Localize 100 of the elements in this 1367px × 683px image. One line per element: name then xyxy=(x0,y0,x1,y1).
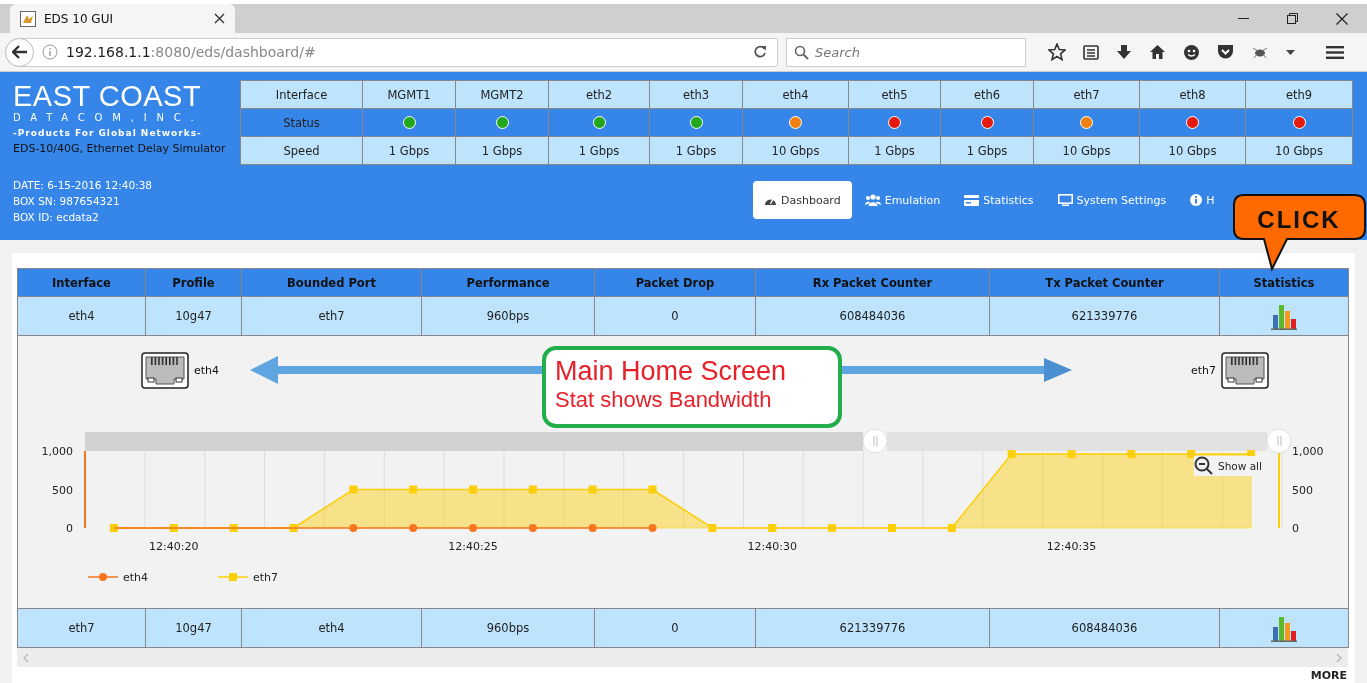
browser-tab[interactable]: EDS 10 GUI xyxy=(10,4,235,33)
port-name: eth4 xyxy=(743,81,849,109)
legend-label: eth4 xyxy=(123,571,149,584)
close-icon[interactable] xyxy=(214,13,225,24)
y-tick-label: 1,000 xyxy=(41,445,73,458)
box-info: BOX ID: ecdata2 xyxy=(13,210,100,225)
extension-icon[interactable] xyxy=(1251,45,1269,59)
users-icon xyxy=(864,194,881,206)
data-point xyxy=(469,524,477,532)
data-point xyxy=(1067,450,1076,459)
annotation-text: Main Home Screen xyxy=(555,356,788,386)
minimize-icon[interactable] xyxy=(1238,17,1249,20)
data-point xyxy=(1187,450,1196,459)
x-tick-label: 12:40:25 xyxy=(448,540,498,553)
monitor-icon xyxy=(1057,194,1073,206)
data-point xyxy=(349,524,358,532)
search-icon xyxy=(794,44,809,60)
y-tick-label: 1,000 xyxy=(1292,445,1324,458)
port-name: MGMT1 xyxy=(363,81,456,109)
show-all-button[interactable]: Show all xyxy=(1194,456,1262,476)
port-speed: 10 Gbps xyxy=(1140,137,1246,165)
range-handle[interactable] xyxy=(862,428,888,454)
column-header: Tx Packet Counter xyxy=(990,269,1220,297)
data-point xyxy=(409,485,418,494)
nav-tab[interactable]: System Settings xyxy=(1046,181,1178,219)
port-speed: 1 Gbps xyxy=(941,137,1034,165)
statistics-button[interactable] xyxy=(1270,614,1298,642)
data-point xyxy=(887,524,896,532)
tagline: -Products For Global Networks- xyxy=(13,128,203,138)
port-name: eth8 xyxy=(1140,81,1246,109)
search-field[interactable]: Search xyxy=(786,37,1026,67)
legend-label: eth7 xyxy=(253,571,279,584)
bar-chart-icon xyxy=(1270,302,1298,330)
annotation-text: Stat shows Bandwidth xyxy=(555,386,773,414)
more-link[interactable]: MORE xyxy=(1310,669,1347,682)
nav-tab[interactable]: Emulation xyxy=(853,181,952,219)
legend-marker-icon xyxy=(217,573,249,581)
range-handle[interactable] xyxy=(1266,428,1292,454)
port-speed: 1 Gbps xyxy=(549,137,650,165)
site-icon xyxy=(20,10,36,27)
data-point xyxy=(349,485,358,494)
port-label: eth7 xyxy=(1190,364,1216,377)
reading-list-icon[interactable] xyxy=(1083,44,1099,60)
data-point xyxy=(648,524,657,532)
back-arrow-icon xyxy=(11,45,28,59)
port-label: eth4 xyxy=(194,364,220,377)
port-name: eth3 xyxy=(650,81,743,109)
y-tick-label: 0 xyxy=(66,522,73,535)
port-name: eth9 xyxy=(1246,81,1353,109)
data-point xyxy=(469,485,477,494)
data-point xyxy=(1007,450,1016,459)
column-header: Rx Packet Counter xyxy=(756,269,990,297)
smiley-icon[interactable] xyxy=(1183,43,1200,61)
close-icon[interactable] xyxy=(1336,12,1348,25)
data-point xyxy=(169,524,178,532)
nav-tab[interactable]: Dashboard xyxy=(753,181,852,219)
product-name: EDS-10/40G, Ethernet Delay Simulator xyxy=(13,142,227,155)
data-point xyxy=(109,524,118,532)
row-label: Speed xyxy=(241,137,363,165)
data-point xyxy=(409,524,418,532)
menu-icon[interactable] xyxy=(1326,44,1344,60)
back-button[interactable] xyxy=(5,37,34,67)
port-speed: 1 Gbps xyxy=(363,137,456,165)
y-tick-label: 500 xyxy=(52,483,73,497)
dropdown-icon[interactable] xyxy=(1286,49,1295,55)
nav-tab[interactable]: Statistics xyxy=(953,181,1045,219)
reload-icon[interactable] xyxy=(753,45,767,59)
x-tick-label: 12:40:20 xyxy=(149,540,199,553)
y-tick-label: 0 xyxy=(1292,522,1299,535)
port-speed: 1 Gbps xyxy=(456,137,549,165)
column-header: Bounded Port xyxy=(242,269,422,297)
y-tick-label: 500 xyxy=(1292,483,1313,497)
port-speed: 1 Gbps xyxy=(650,137,743,165)
table-row[interactable]: eth7 10g47 eth4 960bps 0 621339776 608484036 xyxy=(18,609,1349,648)
data-point xyxy=(588,485,597,494)
data-point xyxy=(229,524,238,532)
callout-text: CLICK xyxy=(1257,206,1341,233)
download-icon[interactable] xyxy=(1116,44,1132,60)
row-label: Status xyxy=(241,109,363,137)
zoom-out-icon xyxy=(1194,456,1214,476)
data-point xyxy=(1127,450,1136,459)
port-name: eth6 xyxy=(941,81,1034,109)
home-icon[interactable] xyxy=(1149,44,1166,60)
data-point xyxy=(828,524,837,532)
pocket-icon[interactable] xyxy=(1217,44,1234,60)
column-header: Profile xyxy=(146,269,242,297)
card-icon xyxy=(964,194,980,206)
column-header: Statistics xyxy=(1220,269,1349,297)
star-icon[interactable] xyxy=(1048,43,1066,61)
restore-icon[interactable] xyxy=(1287,13,1298,24)
data-point xyxy=(947,524,956,532)
port-speed: 10 Gbps xyxy=(1246,137,1353,165)
table-row[interactable]: eth4 10g47 eth7 960bps 0 608484036 621339776 xyxy=(18,297,1349,336)
logo-title: EAST COAST xyxy=(13,82,203,110)
ethernet-port-icon xyxy=(141,352,189,389)
data-point xyxy=(289,524,298,532)
nav-tab[interactable]: H xyxy=(1179,181,1226,219)
x-tick-label: 12:40:30 xyxy=(747,540,797,553)
legend-marker-icon xyxy=(87,573,119,581)
statistics-button[interactable] xyxy=(1270,302,1298,330)
